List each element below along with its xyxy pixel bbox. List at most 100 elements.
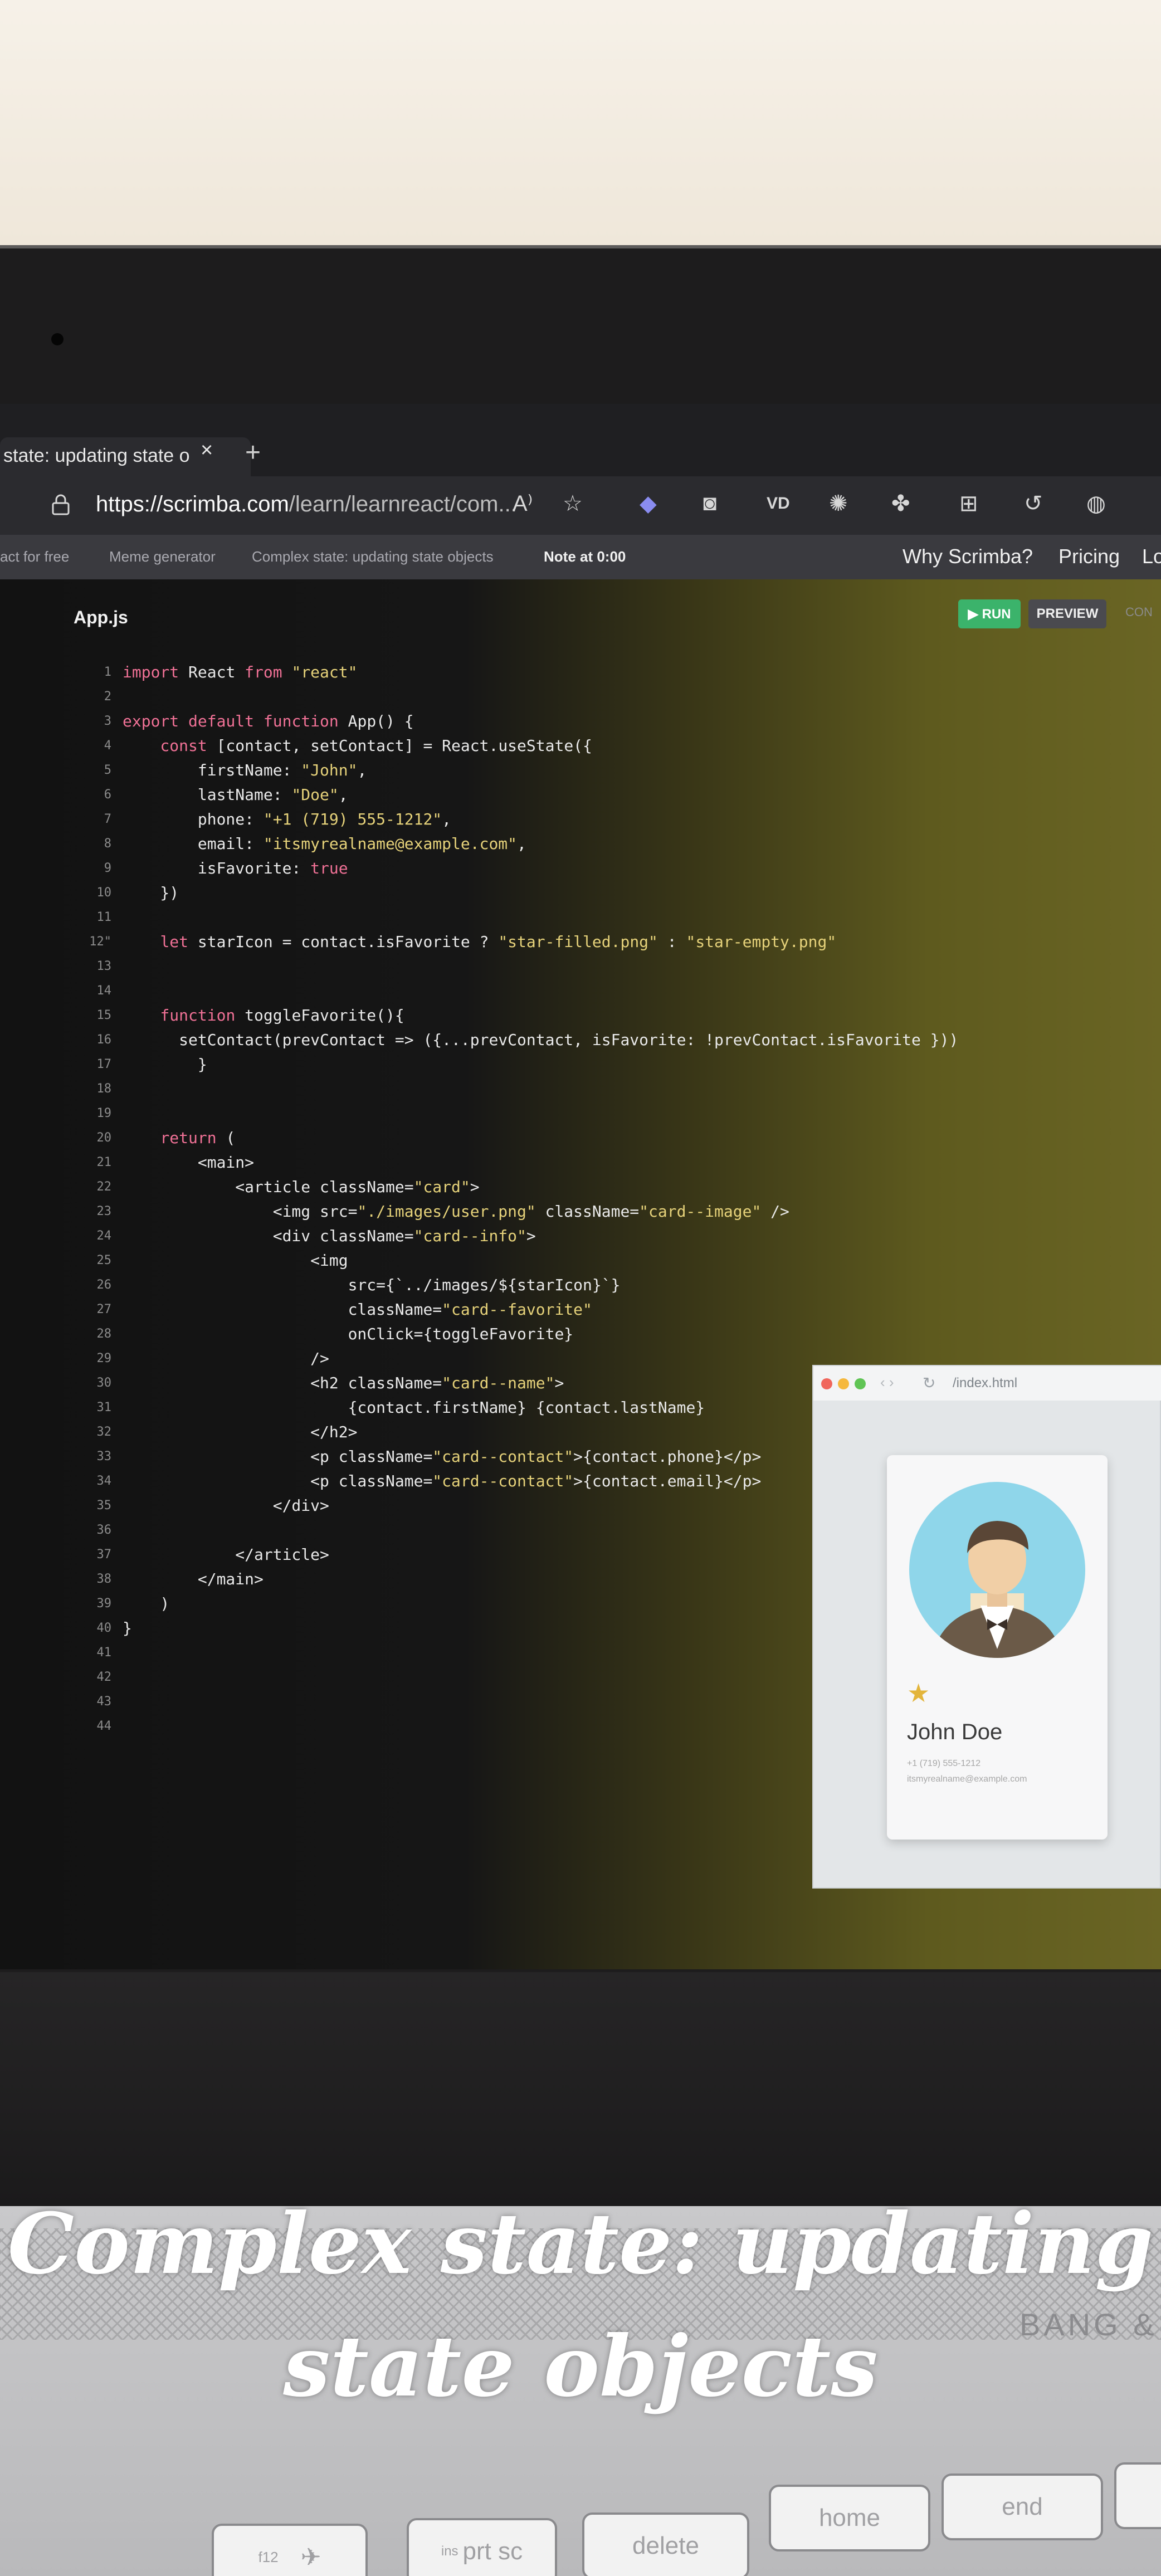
code-line[interactable]: 13 <box>0 954 1161 979</box>
profile-icon[interactable]: ◍ <box>1086 491 1106 516</box>
line-number: 32 <box>96 1425 112 1439</box>
code-line[interactable]: 5 firstName: "John", <box>0 758 1161 783</box>
key-partial[interactable] <box>1114 2462 1161 2529</box>
browser-tab[interactable]: state: updating state o <box>0 437 251 476</box>
code-line[interactable]: 26 src={`../images/${starIcon}`} <box>0 1273 1161 1297</box>
code-line[interactable]: 20 return ( <box>0 1126 1161 1150</box>
code-line[interactable]: 21 <main> <box>0 1150 1161 1175</box>
nav-current-lesson[interactable]: Complex state: updating state objects <box>252 548 494 565</box>
line-number: 13 <box>96 959 112 973</box>
url-input[interactable]: https://scrimba.com/learn/learnreact/com… <box>96 492 517 517</box>
code-line[interactable]: 3 export default function App() { <box>0 709 1161 734</box>
key-f12[interactable]: f12 ✈ <box>212 2524 368 2576</box>
key-prtsc[interactable]: ins prt sc <box>407 2518 557 2576</box>
line-number: 33 <box>96 1450 112 1463</box>
line-number: 28 <box>96 1327 112 1341</box>
nav-why-scrimba[interactable]: Why Scrimba? <box>903 545 1033 568</box>
line-number: 36 <box>96 1523 112 1537</box>
code-text: phone: "+1 (719) 555-1212", <box>123 810 452 828</box>
new-tab-button[interactable]: + <box>245 437 261 468</box>
code-line[interactable]: 22 <article className="card"> <box>0 1175 1161 1199</box>
code-line[interactable]: 16 setContact(prevContact => ({...prevCo… <box>0 1028 1161 1052</box>
code-line[interactable]: 10 }) <box>0 881 1161 905</box>
vs-icon[interactable]: VD <box>767 494 790 513</box>
code-line[interactable]: 25 <img <box>0 1248 1161 1273</box>
code-text: return ( <box>160 1129 236 1147</box>
card-phone: +1 (719) 555-1212 <box>907 1759 981 1768</box>
key-end-label: end <box>1002 2493 1043 2520</box>
reload-icon[interactable]: ↻ <box>923 1374 935 1392</box>
code-line[interactable]: 17 } <box>0 1052 1161 1077</box>
line-number: 2 <box>104 690 111 704</box>
key-delete[interactable]: delete <box>582 2512 749 2576</box>
history-icon[interactable]: ↺ <box>1024 491 1043 516</box>
code-line[interactable]: 27 className="card--favorite" <box>0 1297 1161 1322</box>
read-aloud-icon[interactable]: A⁾ <box>513 491 533 516</box>
code-line[interactable]: 4 const [contact, setContact] = React.us… <box>0 734 1161 758</box>
code-line[interactable]: 19 <box>0 1101 1161 1126</box>
preview-url: /index.html <box>953 1375 1018 1391</box>
nav-login[interactable]: Lo <box>1142 545 1161 568</box>
code-line[interactable]: 23 <img src="./images/user.png" classNam… <box>0 1199 1161 1224</box>
code-text: } <box>123 1619 132 1637</box>
key-delete-label: delete <box>632 2532 699 2559</box>
background-wall <box>0 0 1161 245</box>
run-button[interactable]: ▶ RUN <box>958 599 1021 628</box>
back-forward-icon[interactable]: ‹ › <box>880 1374 894 1391</box>
line-number: 6 <box>104 788 111 802</box>
code-text: setContact(prevContact => ({...prevConta… <box>123 1031 959 1049</box>
collections-icon[interactable]: ⊞ <box>959 491 978 516</box>
code-text: import React from "react" <box>123 663 358 681</box>
code-line[interactable]: 12" let starIcon = contact.isFavorite ? … <box>0 930 1161 954</box>
nav-note[interactable]: Note at 0:00 <box>544 548 626 565</box>
camera-icon[interactable]: ◙ <box>703 491 716 516</box>
line-number: 23 <box>96 1204 112 1218</box>
code-line[interactable]: 7 phone: "+1 (719) 555-1212", <box>0 807 1161 832</box>
code-text: <img src="./images/user.png" className="… <box>123 1202 789 1221</box>
favorites-icon[interactable]: ☆ <box>563 491 583 516</box>
code-line[interactable]: 18 <box>0 1077 1161 1101</box>
card-email: itsmyrealname@example.com <box>907 1774 1027 1784</box>
react-icon[interactable]: ✺ <box>829 491 848 516</box>
preview-button[interactable]: PREVIEW <box>1028 599 1106 628</box>
nav-meme-generator[interactable]: Meme generator <box>109 548 216 565</box>
console-button[interactable]: CON <box>1125 605 1153 619</box>
code-line[interactable]: 8 email: "itsmyrealname@example.com", <box>0 832 1161 856</box>
key-home[interactable]: home <box>769 2485 930 2551</box>
code-line[interactable]: 1 import React from "react" <box>0 660 1161 685</box>
line-number: 26 <box>96 1278 112 1292</box>
extension-icon[interactable]: ◆ <box>640 491 657 516</box>
airplane-icon: ✈ <box>300 2543 321 2571</box>
close-dot-icon[interactable] <box>821 1378 832 1389</box>
code-text: </article> <box>123 1545 329 1564</box>
code-line[interactable]: 2 <box>0 685 1161 709</box>
line-number: 19 <box>96 1106 112 1120</box>
line-number: 35 <box>96 1499 112 1513</box>
puzzle-icon[interactable]: ✤ <box>891 491 910 516</box>
maximize-dot-icon[interactable] <box>855 1378 866 1389</box>
line-number: 30 <box>96 1376 112 1390</box>
key-f12-label: f12 <box>258 2548 279 2565</box>
code-text: <img <box>123 1251 348 1270</box>
code-line[interactable]: 6 lastName: "Doe", <box>0 783 1161 807</box>
code-line[interactable]: 9 isFavorite: true <box>0 856 1161 881</box>
code-line[interactable]: 15 function toggleFavorite(){ <box>0 1003 1161 1028</box>
key-end[interactable]: end <box>942 2473 1103 2540</box>
code-text: const [contact, setContact] = React.useS… <box>160 736 592 755</box>
close-tab-icon[interactable]: × <box>201 438 213 462</box>
line-number: 15 <box>96 1008 112 1022</box>
code-line[interactable]: 24 <div className="card--info"> <box>0 1224 1161 1248</box>
code-line[interactable]: 14 <box>0 979 1161 1003</box>
code-line[interactable]: 11 <box>0 905 1161 930</box>
favorite-star-icon[interactable]: ★ <box>907 1678 930 1708</box>
caption-line-1: Complex state: updating <box>7 2195 1154 2293</box>
preview-window: ‹ › ↻ /index.html ★ John Doe +1 (719) 55… <box>812 1365 1161 1889</box>
file-tab-appjs[interactable]: App.js <box>74 607 128 628</box>
lock-icon[interactable] <box>51 494 70 515</box>
minimize-dot-icon[interactable] <box>838 1378 849 1389</box>
line-number: 27 <box>96 1302 112 1316</box>
code-line[interactable]: 28 onClick={toggleFavorite} <box>0 1322 1161 1346</box>
code-text: email: "itsmyrealname@example.com", <box>123 835 526 853</box>
nav-pricing[interactable]: Pricing <box>1058 545 1120 568</box>
nav-react-free[interactable]: act for free <box>0 548 69 565</box>
